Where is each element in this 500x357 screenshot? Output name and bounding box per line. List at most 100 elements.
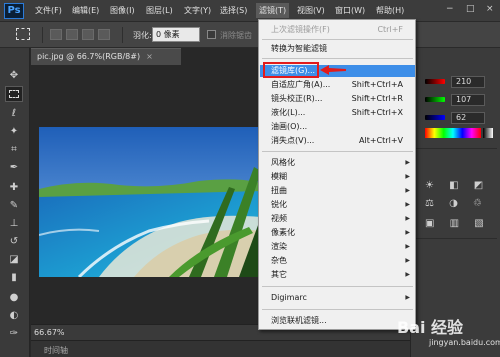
- menu-window[interactable]: 窗口(W): [335, 5, 365, 16]
- menu-separator: [262, 58, 413, 59]
- panel-divider: [415, 238, 497, 239]
- menu-item-pixelate[interactable]: 像素化 ▶: [260, 227, 415, 239]
- lasso-icon[interactable]: ℓ: [5, 106, 23, 122]
- submenu-arrow-icon: ▶: [405, 243, 410, 250]
- dodge-icon[interactable]: ◐: [5, 308, 23, 324]
- adjustments-row-1[interactable]: ☀ ◧ ◩: [425, 180, 489, 191]
- feather-input[interactable]: 0 像素: [152, 27, 200, 42]
- magic-wand-icon[interactable]: ✦: [5, 124, 23, 140]
- pen-icon[interactable]: ✑: [5, 326, 23, 342]
- history-brush-icon[interactable]: ↺: [5, 234, 23, 250]
- move-icon[interactable]: ✥: [5, 68, 23, 84]
- submenu-arrow-icon: ▶: [405, 215, 410, 222]
- photoshop-window: Ps 文件(F) 编辑(E) 图像(I) 图层(L) 文字(Y) 选择(S) 滤…: [0, 0, 500, 357]
- menu-image[interactable]: 图像(I): [110, 5, 135, 16]
- submenu-arrow-icon: ▶: [405, 257, 410, 264]
- menu-layer[interactable]: 图层(L): [146, 5, 173, 16]
- red-slider[interactable]: [425, 79, 445, 84]
- tools-panel: ✥ ℓ ✦ ⌗ ✒ ✚ ✎ ⊥ ↺ ◪ ▮ ● ◐ ✑: [0, 48, 30, 357]
- menu-item-blur[interactable]: 模糊 ▶: [260, 171, 415, 183]
- color-spectrum[interactable]: [425, 128, 481, 138]
- grayscale-ramp[interactable]: [483, 128, 493, 138]
- green-value[interactable]: 107: [451, 94, 485, 106]
- crop-icon[interactable]: ⌗: [5, 142, 23, 158]
- add-selection-icon[interactable]: [66, 29, 78, 40]
- timeline-tab[interactable]: 时间轴: [44, 345, 68, 356]
- menu-file[interactable]: 文件(F): [35, 5, 62, 16]
- menu-item-browse-online-filters[interactable]: 浏览联机滤镜...: [260, 315, 415, 327]
- menu-select[interactable]: 选择(S): [220, 5, 247, 16]
- submenu-arrow-icon: ▶: [405, 271, 410, 278]
- menu-item-other[interactable]: 其它 ▶: [260, 269, 415, 281]
- submenu-arrow-icon: ▶: [405, 201, 410, 208]
- menu-item-distort[interactable]: 扭曲 ▶: [260, 185, 415, 197]
- green-slider[interactable]: [425, 97, 445, 102]
- menu-type[interactable]: 文字(Y): [184, 5, 211, 16]
- menu-edit[interactable]: 编辑(E): [72, 5, 99, 16]
- menu-item-adaptive-wide-angle[interactable]: 自适应广角(A)... Shift+Ctrl+A: [260, 79, 415, 91]
- clone-stamp-icon[interactable]: ⊥: [5, 216, 23, 232]
- red-value[interactable]: 210: [451, 76, 485, 88]
- menu-separator: [262, 309, 413, 310]
- menu-item-noise[interactable]: 杂色 ▶: [260, 255, 415, 267]
- submenu-arrow-icon: ▶: [405, 229, 410, 236]
- eraser-icon[interactable]: ◪: [5, 252, 23, 268]
- timeline-panel: 时间轴: [31, 340, 410, 357]
- menu-filter[interactable]: 滤镜(T): [256, 3, 290, 18]
- close-icon[interactable]: ×: [486, 4, 494, 14]
- menu-item-oil-paint[interactable]: 油画(O)...: [260, 121, 415, 133]
- highlight-callout: [263, 62, 319, 78]
- options-divider: [122, 27, 123, 43]
- marquee-icon[interactable]: [5, 86, 23, 102]
- document-tab[interactable]: pic.jpg @ 66.7%(RGB/8#) ×: [31, 48, 181, 65]
- submenu-arrow-icon: ▶: [405, 173, 410, 180]
- menu-separator: [262, 151, 413, 152]
- menu-item-digimarc[interactable]: Digimarc ▶: [260, 292, 415, 304]
- menu-item-video[interactable]: 视频 ▶: [260, 213, 415, 225]
- menu-item-liquify[interactable]: 液化(L)... Shift+Ctrl+X: [260, 107, 415, 119]
- adjustments-row-2[interactable]: ⚖ ◑ ♲: [425, 198, 488, 209]
- menu-item-stylize[interactable]: 风格化 ▶: [260, 157, 415, 169]
- menu-item-convert-smart-filter[interactable]: 转换为智能滤镜: [260, 43, 415, 55]
- eyedropper-icon[interactable]: ✒: [5, 160, 23, 176]
- feather-label: 羽化:: [133, 31, 152, 40]
- menu-item-sharpen[interactable]: 锐化 ▶: [260, 199, 415, 211]
- menu-item-render[interactable]: 渲染 ▶: [260, 241, 415, 253]
- menu-separator: [262, 286, 413, 287]
- menu-bar: Ps 文件(F) 编辑(E) 图像(I) 图层(L) 文字(Y) 选择(S) 滤…: [0, 0, 500, 22]
- document-title: pic.jpg @ 66.7%(RGB/8#): [37, 52, 141, 61]
- minimize-icon[interactable]: −: [446, 4, 454, 14]
- blue-slider[interactable]: [425, 115, 445, 120]
- antialias-checkbox[interactable]: [207, 30, 216, 39]
- blur-icon[interactable]: ●: [5, 290, 23, 306]
- brush-icon[interactable]: ✎: [5, 198, 23, 214]
- submenu-arrow-icon: ▶: [405, 187, 410, 194]
- intersect-selection-icon[interactable]: [98, 29, 110, 40]
- watermark-url: jingyan.baidu.com: [429, 338, 500, 347]
- photoshop-logo: Ps: [4, 3, 24, 19]
- options-bar: 羽化: 0 像素 消除锯齿: [0, 22, 500, 48]
- healing-brush-icon[interactable]: ✚: [5, 180, 23, 196]
- menu-item-lens-correction[interactable]: 镜头校正(R)... Shift+Ctrl+R: [260, 93, 415, 105]
- restore-icon[interactable]: □: [466, 4, 475, 14]
- menu-help[interactable]: 帮助(H): [376, 5, 404, 16]
- menu-item-last-filter[interactable]: 上次滤镜操作(F) Ctrl+F: [260, 24, 415, 36]
- beach-photo: [39, 127, 261, 277]
- baidu-watermark: Bai 经验 jingyan.baidu.com: [395, 310, 500, 354]
- marquee-preset-icon[interactable]: [16, 28, 30, 40]
- red-arrow-icon: [320, 65, 346, 75]
- adjustments-row-3[interactable]: ▣ ▥ ▧: [425, 218, 490, 229]
- blue-value[interactable]: 62: [451, 112, 485, 124]
- watermark-main: Bai 经验: [397, 318, 464, 337]
- antialias-label: 消除锯齿: [220, 31, 252, 40]
- menu-view[interactable]: 视图(V): [297, 5, 325, 16]
- tab-close-icon[interactable]: ×: [146, 52, 153, 61]
- submenu-arrow-icon: ▶: [405, 159, 410, 166]
- menu-separator: [262, 39, 413, 40]
- new-selection-icon[interactable]: [50, 29, 62, 40]
- zoom-level[interactable]: 66.67%: [34, 328, 65, 337]
- menu-item-vanishing-point[interactable]: 消失点(V)... Alt+Ctrl+V: [260, 135, 415, 147]
- gradient-icon[interactable]: ▮: [5, 270, 23, 286]
- subtract-selection-icon[interactable]: [82, 29, 94, 40]
- submenu-arrow-icon: ▶: [405, 294, 410, 301]
